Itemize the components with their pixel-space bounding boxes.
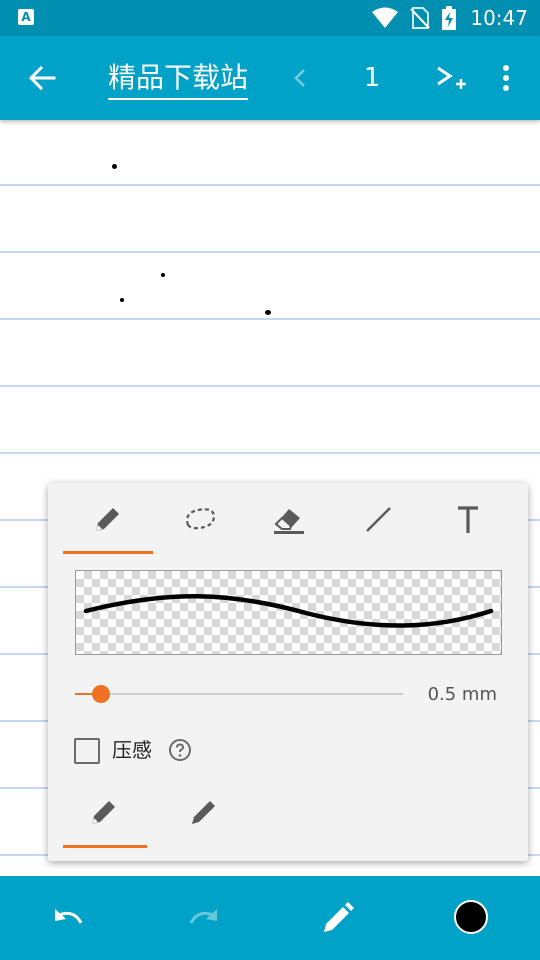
marker-icon: [192, 801, 215, 824]
more-vert-icon[interactable]: [496, 62, 516, 96]
wifi-icon: [372, 7, 399, 28]
tool-eraser-tab[interactable]: [243, 499, 333, 555]
pen-settings-panel: 0.5 mm 压感: [48, 483, 528, 861]
battery-charging-icon: [442, 6, 457, 30]
page-number[interactable]: 1: [352, 60, 392, 96]
tool-lasso-tab[interactable]: [153, 499, 243, 555]
rule-line: [0, 318, 540, 320]
stroke-width-slider-thumb[interactable]: [92, 685, 111, 703]
line-icon: [366, 507, 391, 532]
tool-pen-tab[interactable]: [63, 499, 153, 555]
chevron-left-icon[interactable]: [288, 64, 312, 92]
pressure-label: 压感: [112, 738, 152, 762]
ink-dot: [120, 298, 124, 302]
text-tool-icon: [458, 506, 478, 533]
lasso-icon: [186, 508, 216, 530]
rule-line: [0, 184, 540, 186]
next-page-add-icon[interactable]: [434, 62, 468, 96]
bottom-toolbar: [0, 876, 540, 960]
pencil-icon: [92, 801, 115, 824]
stroke-preview-line: [83, 594, 494, 628]
help-icon[interactable]: [168, 738, 192, 762]
stroke-width-slider[interactable]: [75, 685, 403, 703]
status-bar: A 10:47: [0, 0, 540, 36]
pencil-icon: [96, 508, 119, 531]
ink-dot: [112, 164, 117, 169]
notebook-title[interactable]: 精品下载站: [108, 60, 249, 100]
pen-type-selected-indicator: [63, 845, 147, 848]
undo-icon[interactable]: [50, 900, 86, 936]
color-swatch[interactable]: [454, 900, 488, 934]
pressure-checkbox[interactable]: [74, 738, 100, 764]
back-arrow-icon[interactable]: [26, 62, 58, 94]
no-sim-icon: [410, 7, 431, 29]
pen-type-fountain[interactable]: [63, 792, 147, 844]
eraser-icon: [274, 509, 304, 534]
rule-line: [0, 251, 540, 253]
app-toolbar: 精品下载站 1: [0, 36, 540, 120]
ink-dot: [161, 273, 165, 277]
status-icons: 10:47: [372, 6, 528, 30]
ink-dot: [265, 310, 271, 315]
app-a-icon: A: [18, 9, 34, 25]
tool-text-tab[interactable]: [423, 499, 513, 555]
status-time: 10:47: [470, 6, 528, 30]
rule-line: [0, 452, 540, 454]
pen-type-marker[interactable]: [162, 792, 246, 844]
tool-tab-selected-indicator: [63, 551, 153, 554]
redo-icon[interactable]: [186, 900, 222, 936]
stroke-preview: [75, 570, 502, 655]
stroke-width-label: 0.5 mm: [427, 684, 497, 705]
tool-line-tab[interactable]: [333, 499, 423, 555]
rule-line: [0, 385, 540, 387]
pen-icon[interactable]: [320, 900, 356, 936]
